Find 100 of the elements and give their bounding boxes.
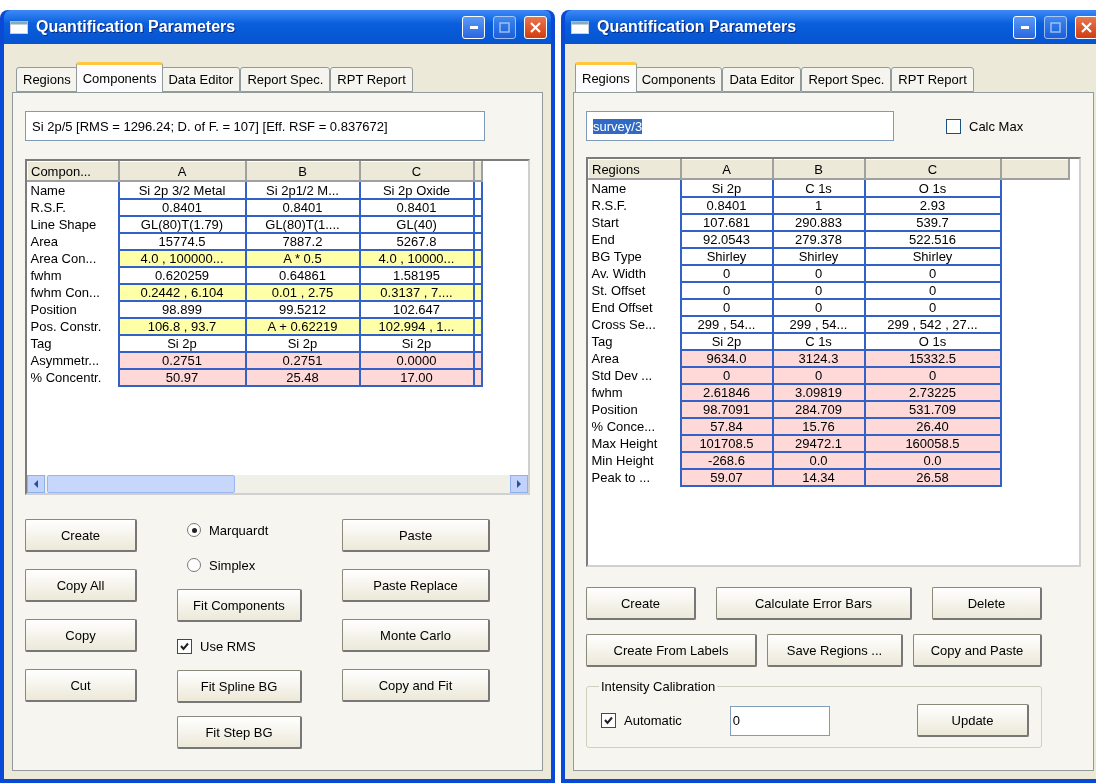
button[interactable]: Copy All <box>25 569 137 602</box>
row-label: fwhm Con... <box>27 284 119 301</box>
table-cell[interactable] <box>473 352 482 369</box>
close-icon <box>1081 21 1092 33</box>
tab[interactable]: Regions <box>16 67 78 92</box>
row-label: Std Dev ... <box>588 367 681 384</box>
row-label: Line Shape <box>27 216 119 233</box>
row-label: Tag <box>588 333 681 350</box>
row-label: fwhm <box>27 267 119 284</box>
row-label: Cross Se... <box>588 316 681 333</box>
checkbox[interactable] <box>177 638 192 654</box>
window-icon <box>571 20 589 34</box>
right-arrow-icon <box>516 480 522 488</box>
row-label: Name <box>588 179 681 197</box>
row-label: End <box>588 231 681 248</box>
row-label: R.S.F. <box>27 199 119 216</box>
maximize-button[interactable] <box>1044 15 1067 39</box>
input-field[interactable]: 0 <box>729 705 830 736</box>
tab[interactable]: Report Spec. <box>801 67 892 92</box>
name-field[interactable]: survey/3 <box>586 111 894 141</box>
button[interactable]: Delete <box>932 587 1042 620</box>
button[interactable]: Fit Step BG <box>177 716 302 749</box>
button[interactable]: Paste <box>342 519 490 552</box>
button[interactable]: Create From Labels <box>586 634 757 667</box>
maximize-button[interactable] <box>493 15 516 39</box>
button[interactable]: Update <box>917 704 1029 737</box>
checkbox[interactable] <box>601 713 616 728</box>
minimize-button[interactable] <box>462 15 485 39</box>
minimize-icon <box>1020 25 1029 29</box>
table-cell[interactable] <box>473 199 482 216</box>
row-label: Av. Width <box>588 265 681 282</box>
button[interactable]: Save Regions ... <box>767 634 903 667</box>
button[interactable]: Fit Components <box>177 589 302 622</box>
tab[interactable]: Components <box>75 62 164 92</box>
table-cell[interactable] <box>473 267 482 284</box>
table-cell[interactable] <box>473 250 482 267</box>
tab[interactable]: RPT Report <box>891 67 974 92</box>
checkbox[interactable] <box>946 118 961 134</box>
row-label: Tag <box>27 335 119 352</box>
window-title: Quantification Parameters <box>597 18 798 36</box>
tab[interactable]: Report Spec. <box>240 67 331 92</box>
tab[interactable]: Components <box>634 67 723 92</box>
tab[interactable]: RPT Report <box>330 67 413 92</box>
column-header: C <box>864 159 1001 179</box>
row-label: St. Offset <box>588 282 681 299</box>
scroll-right-button[interactable] <box>510 475 528 493</box>
column-header: Regions <box>588 159 681 179</box>
tab[interactable]: Regions <box>575 62 637 92</box>
tab[interactable]: Data Editor <box>722 67 802 92</box>
row-label: End Offset <box>588 299 681 316</box>
checkbox-label: Use RMS <box>200 638 256 654</box>
window-icon <box>10 20 28 34</box>
radio-label: Marquardt <box>209 522 269 538</box>
table-cell[interactable] <box>473 318 482 335</box>
column-header: B <box>772 159 865 179</box>
column-header: A <box>118 161 246 181</box>
column-header: C <box>359 161 474 181</box>
table-cell[interactable] <box>473 301 482 318</box>
group-title: Intensity Calibration <box>600 679 717 694</box>
row-label: fwhm <box>588 384 681 401</box>
button[interactable]: Calculate Error Bars <box>716 587 912 620</box>
radio-button[interactable] <box>187 558 201 572</box>
table-cell[interactable] <box>473 216 482 233</box>
summary-field[interactable]: Si 2p/5 [RMS = 1296.24; D. of F. = 107] [Eff. RSF = 0.837672] <box>25 111 485 141</box>
button[interactable]: Copy and Fit <box>342 669 490 702</box>
tab[interactable]: Data Editor <box>161 67 241 92</box>
row-label: R.S.F. <box>588 197 681 214</box>
maximize-icon <box>499 21 510 33</box>
close-button[interactable] <box>524 15 547 39</box>
close-button[interactable] <box>1075 15 1096 39</box>
button[interactable]: Copy <box>25 619 137 652</box>
table-cell[interactable] <box>473 335 482 352</box>
row-label: Pos. Constr. <box>27 318 119 335</box>
row-label: Position <box>27 301 119 318</box>
button[interactable]: Create <box>25 519 137 552</box>
table-cell[interactable] <box>473 181 482 199</box>
button[interactable]: Create <box>586 587 696 620</box>
row-label: Area <box>588 350 681 367</box>
radio-button[interactable] <box>187 523 201 537</box>
table-cell[interactable] <box>473 284 482 301</box>
row-label: Start <box>588 214 681 231</box>
button[interactable]: Copy and Paste <box>913 634 1042 667</box>
minimize-button[interactable] <box>1013 15 1036 39</box>
row-label: Name <box>27 181 119 199</box>
scroll-left-button[interactable] <box>27 475 45 493</box>
row-label: % Conce... <box>588 418 681 435</box>
row-label: Area <box>27 233 119 250</box>
button[interactable]: Monte Carlo <box>342 619 490 652</box>
table-cell[interactable] <box>473 233 482 250</box>
column-header: A <box>680 159 773 179</box>
button[interactable]: Cut <box>25 669 137 702</box>
close-icon <box>530 21 541 33</box>
horizontal-scrollbar[interactable] <box>27 475 528 493</box>
button[interactable]: Fit Spline BG <box>177 670 302 703</box>
button[interactable]: Paste Replace <box>342 569 490 602</box>
minimize-icon <box>469 25 478 29</box>
window-title: Quantification Parameters <box>36 18 237 36</box>
table-cell[interactable] <box>473 369 482 386</box>
row-label: Position <box>588 401 681 418</box>
row-label: Peak to ... <box>588 469 681 486</box>
